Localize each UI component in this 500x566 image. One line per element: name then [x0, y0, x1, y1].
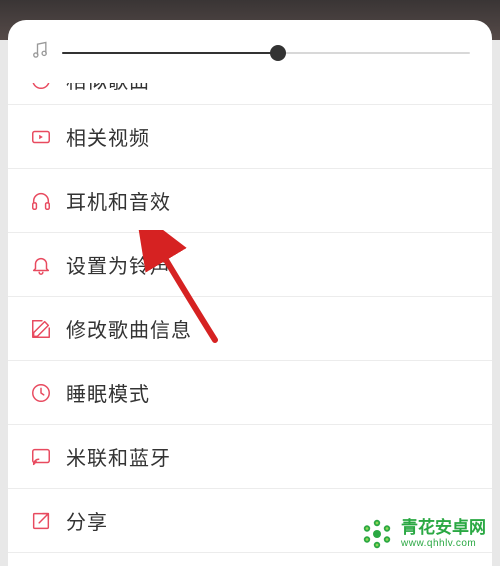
- action-sheet-panel: 相似歌曲 相关视频 耳机和音效: [8, 20, 492, 566]
- edit-icon: [30, 318, 52, 340]
- volume-slider[interactable]: [62, 52, 470, 54]
- menu-item-label: 耳机和音效: [66, 186, 171, 215]
- sleep-icon: [30, 382, 52, 404]
- cast-icon: [30, 446, 52, 468]
- menu-item-related-video[interactable]: 相关视频: [8, 105, 492, 169]
- watermark-url: www.qhhlv.com: [401, 538, 486, 550]
- watermark-text: 青花安卓网 www.qhhlv.com: [401, 518, 486, 549]
- menu-item-edit-info[interactable]: 修改歌曲信息: [8, 297, 492, 361]
- menu-item-label: 睡眠模式: [66, 378, 150, 407]
- menu-item-label: 米联和蓝牙: [66, 442, 171, 471]
- menu-item-headphone-sound[interactable]: 耳机和音效: [8, 169, 492, 233]
- action-menu: 相似歌曲 相关视频 耳机和音效: [8, 83, 492, 553]
- headphone-icon: [30, 190, 52, 212]
- menu-item-set-ringtone[interactable]: 设置为铃声: [8, 233, 492, 297]
- watermark-logo-icon: [359, 516, 395, 552]
- menu-item-label: 设置为铃声: [66, 250, 171, 279]
- share-icon: [30, 510, 52, 532]
- menu-item-label: 相关视频: [66, 122, 150, 151]
- watermark-title: 青花安卓网: [401, 518, 486, 538]
- music-note-icon: [30, 40, 50, 65]
- video-icon: [30, 126, 52, 148]
- menu-item-label: 分享: [66, 506, 108, 535]
- volume-slider-thumb[interactable]: [270, 45, 286, 61]
- volume-slider-fill: [62, 52, 278, 54]
- watermark: 青花安卓网 www.qhhlv.com: [359, 516, 486, 552]
- bell-icon: [30, 254, 52, 276]
- volume-slider-row: [8, 20, 492, 83]
- menu-item-sleep-mode[interactable]: 睡眠模式: [8, 361, 492, 425]
- menu-item-label: 修改歌曲信息: [66, 314, 192, 343]
- menu-item-label: 相似歌曲: [66, 83, 150, 94]
- similar-icon: [30, 83, 52, 91]
- menu-item-similar-songs[interactable]: 相似歌曲: [8, 83, 492, 105]
- menu-item-cast-bluetooth[interactable]: 米联和蓝牙: [8, 425, 492, 489]
